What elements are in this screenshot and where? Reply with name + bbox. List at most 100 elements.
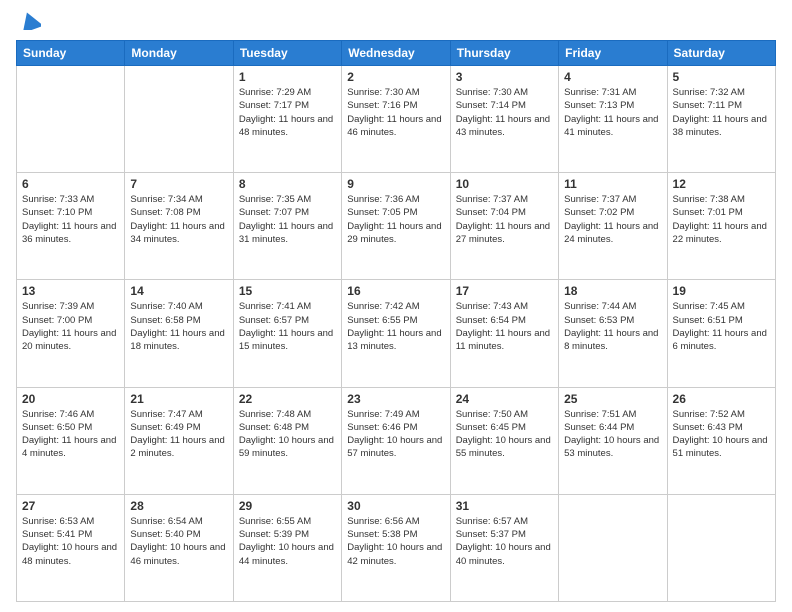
logo-bird-icon <box>19 12 41 30</box>
day-number: 26 <box>673 392 770 406</box>
day-detail: Sunrise: 7:49 AM Sunset: 6:46 PM Dayligh… <box>347 408 444 461</box>
day-number: 29 <box>239 499 336 513</box>
day-number: 30 <box>347 499 444 513</box>
day-detail: Sunrise: 7:45 AM Sunset: 6:51 PM Dayligh… <box>673 300 770 353</box>
calendar-cell: 15 Sunrise: 7:41 AM Sunset: 6:57 PM Dayli… <box>233 280 341 387</box>
calendar-cell: 31 Sunrise: 6:57 AM Sunset: 5:37 PM Dayli… <box>450 494 558 601</box>
header-tuesday: Tuesday <box>233 41 341 66</box>
day-detail: Sunrise: 7:52 AM Sunset: 6:43 PM Dayligh… <box>673 408 770 461</box>
day-number: 7 <box>130 177 227 191</box>
header-wednesday: Wednesday <box>342 41 450 66</box>
calendar-cell: 1 Sunrise: 7:29 AM Sunset: 7:17 PM Daylig… <box>233 66 341 173</box>
day-detail: Sunrise: 7:30 AM Sunset: 7:14 PM Dayligh… <box>456 86 553 139</box>
calendar-cell: 24Sunrise: 7:50 AM Sunset: 6:45 PM Dayli… <box>450 387 558 494</box>
day-detail: Sunrise: 7:41 AM Sunset: 6:57 PM Dayligh… <box>239 300 336 353</box>
calendar-cell: 2 Sunrise: 7:30 AM Sunset: 7:16 PM Daylig… <box>342 66 450 173</box>
calendar-cell <box>667 494 775 601</box>
header-saturday: Saturday <box>667 41 775 66</box>
calendar-cell: 11Sunrise: 7:37 AM Sunset: 7:02 PM Dayli… <box>559 173 667 280</box>
header-friday: Friday <box>559 41 667 66</box>
header-sunday: Sunday <box>17 41 125 66</box>
day-number: 16 <box>347 284 444 298</box>
day-detail: Sunrise: 6:53 AM Sunset: 5:41 PM Dayligh… <box>22 515 119 568</box>
calendar-cell: 28 Sunrise: 6:54 AM Sunset: 5:40 PM Dayli… <box>125 494 233 601</box>
day-number: 21 <box>130 392 227 406</box>
day-detail: Sunrise: 7:39 AM Sunset: 7:00 PM Dayligh… <box>22 300 119 353</box>
day-number: 28 <box>130 499 227 513</box>
day-detail: Sunrise: 7:44 AM Sunset: 6:53 PM Dayligh… <box>564 300 661 353</box>
day-number: 6 <box>22 177 119 191</box>
calendar-cell: 18 Sunrise: 7:44 AM Sunset: 6:53 PM Dayli… <box>559 280 667 387</box>
calendar-cell: 7 Sunrise: 7:34 AM Sunset: 7:08 PM Daylig… <box>125 173 233 280</box>
calendar-cell: 10Sunrise: 7:37 AM Sunset: 7:04 PM Dayli… <box>450 173 558 280</box>
day-number: 13 <box>22 284 119 298</box>
day-number: 19 <box>673 284 770 298</box>
header-thursday: Thursday <box>450 41 558 66</box>
calendar-cell <box>17 66 125 173</box>
calendar-week-row: 20 Sunrise: 7:46 AM Sunset: 6:50 PM Dayli… <box>17 387 776 494</box>
page: Sunday Monday Tuesday Wednesday Thursday… <box>0 0 792 612</box>
calendar-cell: 4 Sunrise: 7:31 AM Sunset: 7:13 PM Daylig… <box>559 66 667 173</box>
day-number: 15 <box>239 284 336 298</box>
header-monday: Monday <box>125 41 233 66</box>
calendar-cell: 20 Sunrise: 7:46 AM Sunset: 6:50 PM Dayli… <box>17 387 125 494</box>
day-number: 24 <box>456 392 553 406</box>
logo <box>16 16 41 30</box>
day-number: 9 <box>347 177 444 191</box>
day-detail: Sunrise: 6:55 AM Sunset: 5:39 PM Dayligh… <box>239 515 336 568</box>
day-number: 22 <box>239 392 336 406</box>
day-detail: Sunrise: 6:54 AM Sunset: 5:40 PM Dayligh… <box>130 515 227 568</box>
calendar-cell: 6 Sunrise: 7:33 AM Sunset: 7:10 PM Daylig… <box>17 173 125 280</box>
calendar-cell: 8 Sunrise: 7:35 AM Sunset: 7:07 PM Daylig… <box>233 173 341 280</box>
calendar-week-row: 13 Sunrise: 7:39 AM Sunset: 7:00 PM Dayli… <box>17 280 776 387</box>
day-number: 20 <box>22 392 119 406</box>
calendar-cell: 16Sunrise: 7:42 AM Sunset: 6:55 PM Dayli… <box>342 280 450 387</box>
calendar-cell <box>125 66 233 173</box>
calendar-cell: 23 Sunrise: 7:49 AM Sunset: 6:46 PM Dayli… <box>342 387 450 494</box>
calendar-table: Sunday Monday Tuesday Wednesday Thursday… <box>16 40 776 602</box>
day-number: 1 <box>239 70 336 84</box>
calendar-cell: 29 Sunrise: 6:55 AM Sunset: 5:39 PM Dayli… <box>233 494 341 601</box>
day-number: 5 <box>673 70 770 84</box>
calendar-cell: 17Sunrise: 7:43 AM Sunset: 6:54 PM Dayli… <box>450 280 558 387</box>
calendar-cell: 21 Sunrise: 7:47 AM Sunset: 6:49 PM Dayli… <box>125 387 233 494</box>
day-number: 4 <box>564 70 661 84</box>
day-detail: Sunrise: 7:34 AM Sunset: 7:08 PM Dayligh… <box>130 193 227 246</box>
calendar-cell <box>559 494 667 601</box>
day-detail: Sunrise: 7:32 AM Sunset: 7:11 PM Dayligh… <box>673 86 770 139</box>
day-detail: Sunrise: 7:33 AM Sunset: 7:10 PM Dayligh… <box>22 193 119 246</box>
day-number: 2 <box>347 70 444 84</box>
day-number: 27 <box>22 499 119 513</box>
day-detail: Sunrise: 7:35 AM Sunset: 7:07 PM Dayligh… <box>239 193 336 246</box>
calendar-cell: 27 Sunrise: 6:53 AM Sunset: 5:41 PM Dayli… <box>17 494 125 601</box>
day-detail: Sunrise: 7:40 AM Sunset: 6:58 PM Dayligh… <box>130 300 227 353</box>
day-detail: Sunrise: 7:48 AM Sunset: 6:48 PM Dayligh… <box>239 408 336 461</box>
day-detail: Sunrise: 7:51 AM Sunset: 6:44 PM Dayligh… <box>564 408 661 461</box>
calendar-cell: 26 Sunrise: 7:52 AM Sunset: 6:43 PM Dayli… <box>667 387 775 494</box>
day-detail: Sunrise: 7:46 AM Sunset: 6:50 PM Dayligh… <box>22 408 119 461</box>
day-detail: Sunrise: 7:30 AM Sunset: 7:16 PM Dayligh… <box>347 86 444 139</box>
calendar-cell: 3 Sunrise: 7:30 AM Sunset: 7:14 PM Daylig… <box>450 66 558 173</box>
calendar-week-row: 1 Sunrise: 7:29 AM Sunset: 7:17 PM Daylig… <box>17 66 776 173</box>
day-number: 8 <box>239 177 336 191</box>
calendar-header-row: Sunday Monday Tuesday Wednesday Thursday… <box>17 41 776 66</box>
day-detail: Sunrise: 7:47 AM Sunset: 6:49 PM Dayligh… <box>130 408 227 461</box>
day-detail: Sunrise: 7:38 AM Sunset: 7:01 PM Dayligh… <box>673 193 770 246</box>
day-number: 31 <box>456 499 553 513</box>
day-detail: Sunrise: 7:37 AM Sunset: 7:04 PM Dayligh… <box>456 193 553 246</box>
day-number: 14 <box>130 284 227 298</box>
header <box>16 16 776 30</box>
calendar-cell: 14 Sunrise: 7:40 AM Sunset: 6:58 PM Dayli… <box>125 280 233 387</box>
day-detail: Sunrise: 7:43 AM Sunset: 6:54 PM Dayligh… <box>456 300 553 353</box>
calendar-cell: 30 Sunrise: 6:56 AM Sunset: 5:38 PM Dayli… <box>342 494 450 601</box>
calendar-cell: 22 Sunrise: 7:48 AM Sunset: 6:48 PM Dayli… <box>233 387 341 494</box>
day-number: 23 <box>347 392 444 406</box>
day-detail: Sunrise: 6:56 AM Sunset: 5:38 PM Dayligh… <box>347 515 444 568</box>
day-detail: Sunrise: 7:29 AM Sunset: 7:17 PM Dayligh… <box>239 86 336 139</box>
day-detail: Sunrise: 7:31 AM Sunset: 7:13 PM Dayligh… <box>564 86 661 139</box>
day-detail: Sunrise: 6:57 AM Sunset: 5:37 PM Dayligh… <box>456 515 553 568</box>
day-number: 3 <box>456 70 553 84</box>
day-number: 18 <box>564 284 661 298</box>
calendar-cell: 19 Sunrise: 7:45 AM Sunset: 6:51 PM Dayli… <box>667 280 775 387</box>
calendar-cell: 25Sunrise: 7:51 AM Sunset: 6:44 PM Dayli… <box>559 387 667 494</box>
